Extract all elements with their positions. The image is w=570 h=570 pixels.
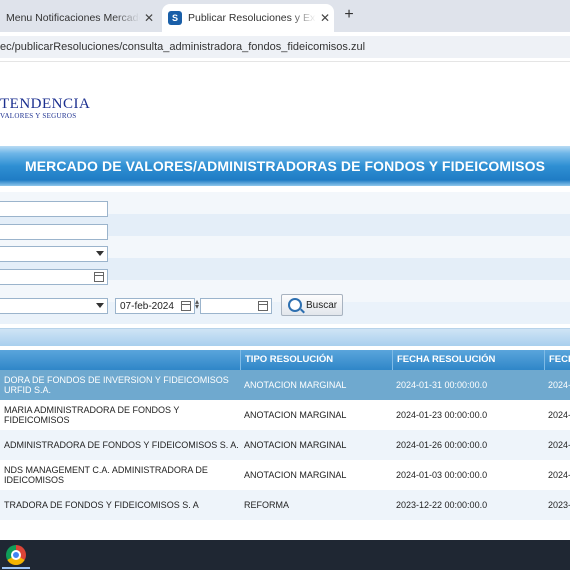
cell-fecha2: 2024- — [548, 380, 570, 390]
column-header-fecha[interactable]: FECHA RESOLUCIÓN — [392, 350, 544, 370]
cell-fecha: 2023-12-22 00:00:00.0 — [396, 500, 488, 510]
new-tab-button[interactable]: + — [340, 6, 358, 24]
cell-fecha: 2024-01-03 00:00:00.0 — [396, 470, 488, 480]
address-bar: ec/publicarResoluciones/consulta_adminis… — [0, 32, 570, 62]
time-spinner-icon[interactable]: ▴ ▾ — [195, 298, 199, 311]
cell-entity: TRADORA DE FONDOS Y FIDEICOMISOS S. A — [4, 500, 199, 510]
cell-entity: DORA DE FONDOS DE INVERSION Y FIDEICOMIS… — [4, 375, 229, 395]
browser-tab-strip: Menu Notificaciones MercadoValores ✕ S P… — [0, 0, 570, 32]
cell-fecha2: 2024- — [548, 440, 570, 450]
table-row[interactable]: TRADORA DE FONDOS Y FIDEICOMISOS S. A RE… — [0, 490, 570, 520]
chrome-icon[interactable] — [6, 545, 26, 565]
table-row[interactable]: MARIA ADMINISTRADORA DE FONDOS Y FIDEICO… — [0, 400, 570, 430]
logo-title: TENDENCIA — [0, 96, 91, 112]
column-header-tipo[interactable]: TIPO RESOLUCIÓN — [240, 350, 392, 370]
cell-tipo: ANOTACION MARGINAL — [244, 440, 347, 450]
chevron-down-icon — [96, 251, 104, 256]
search-button-label: Buscar — [306, 299, 338, 311]
cell-fecha2: 2024- — [548, 470, 570, 480]
cell-entity: MARIA ADMINISTRADORA DE FONDOS Y FIDEICO… — [4, 405, 180, 425]
web-page: TENDENCIA VALORES Y SEGUROS MERCADO DE V… — [0, 62, 570, 540]
cell-tipo: ANOTACION MARGINAL — [244, 380, 347, 390]
cell-tipo: REFORMA — [244, 500, 289, 510]
cell-tipo: ANOTACION MARGINAL — [244, 470, 347, 480]
cell-fecha: 2024-01-31 00:00:00.0 — [396, 380, 488, 390]
date-to-input[interactable]: 07-feb-2024 — [115, 298, 195, 314]
active-app-indicator — [2, 567, 30, 569]
cell-fecha2: 2024- — [548, 410, 570, 420]
entity-select[interactable] — [0, 246, 108, 262]
text-input[interactable] — [0, 201, 108, 217]
type-select[interactable] — [0, 298, 108, 314]
site-logo[interactable]: TENDENCIA VALORES Y SEGUROS — [0, 96, 90, 120]
close-icon[interactable]: ✕ — [316, 11, 334, 25]
calendar-icon[interactable] — [94, 272, 104, 282]
chevron-down-icon — [96, 303, 104, 308]
search-button[interactable]: Buscar — [281, 294, 343, 316]
cell-entity: NDS MANAGEMENT C.A. ADMINISTRADORA DE ID… — [4, 465, 208, 485]
table-header: TIPO RESOLUCIÓN FECHA RESOLUCIÓN FECH — [0, 350, 570, 370]
text-input[interactable] — [0, 224, 108, 240]
cell-fecha: 2024-01-26 00:00:00.0 — [396, 440, 488, 450]
tab-label: Menu Notificaciones MercadoValores — [6, 12, 140, 24]
cell-tipo: ANOTACION MARGINAL — [244, 410, 347, 420]
site-favicon-icon: S — [168, 11, 182, 25]
url-text[interactable]: ec/publicarResoluciones/consulta_adminis… — [0, 41, 365, 53]
tab-publicar-resoluciones[interactable]: S Publicar Resoluciones y Extractos ✕ — [162, 4, 334, 32]
results-toolbar — [0, 328, 570, 346]
cell-entity: ADMINISTRADORA DE FONDOS Y FIDEICOMISOS … — [4, 440, 239, 450]
cell-fecha2: 2023- — [548, 500, 570, 510]
column-header-entity[interactable] — [0, 350, 240, 370]
page-title: MERCADO DE VALORES/ADMINISTRADORAS DE FO… — [24, 158, 546, 174]
date-to-value: 07-feb-2024 — [120, 301, 174, 312]
logo-subtitle: VALORES Y SEGUROS — [0, 112, 77, 120]
tab-label: Publicar Resoluciones y Extractos — [188, 12, 316, 24]
column-header-fecha2[interactable]: FECH — [544, 350, 570, 370]
tab-menu-notificaciones[interactable]: Menu Notificaciones MercadoValores ✕ — [0, 4, 158, 32]
search-icon — [288, 298, 302, 312]
cell-fecha: 2024-01-23 00:00:00.0 — [396, 410, 488, 420]
table-row[interactable]: NDS MANAGEMENT C.A. ADMINISTRADORA DE ID… — [0, 460, 570, 490]
close-icon[interactable]: ✕ — [140, 11, 158, 25]
table-row[interactable]: DORA DE FONDOS DE INVERSION Y FIDEICOMIS… — [0, 370, 570, 400]
date-from-input[interactable] — [0, 269, 108, 285]
os-taskbar — [0, 540, 570, 570]
time-input[interactable] — [200, 298, 272, 314]
page-banner: MERCADO DE VALORES/ADMINISTRADORAS DE FO… — [0, 146, 570, 186]
table-row[interactable]: ADMINISTRADORA DE FONDOS Y FIDEICOMISOS … — [0, 430, 570, 460]
calendar-icon[interactable] — [258, 301, 268, 311]
calendar-icon[interactable] — [181, 301, 191, 311]
